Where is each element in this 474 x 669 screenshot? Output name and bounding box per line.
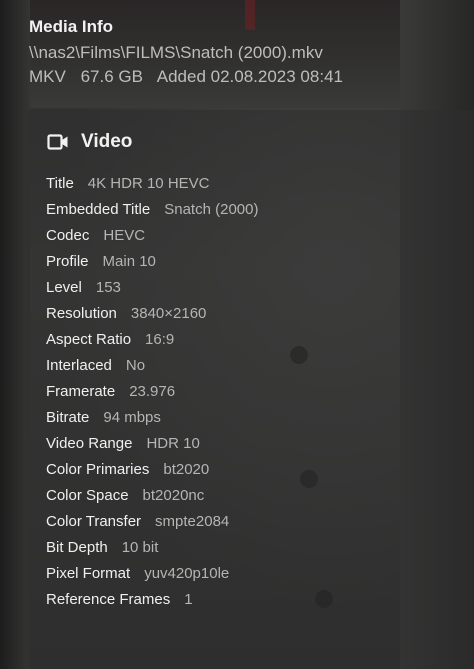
video-section-header: Video [47, 129, 132, 155]
property-row: Aspect Ratio 16:9 [46, 327, 258, 353]
property-row: Color Transfer smpte2084 [46, 509, 258, 535]
property-key: Pixel Format [46, 565, 131, 582]
file-meta: MKV 67.6 GB Added 02.08.2023 08:41 [29, 65, 459, 89]
property-value: 16:9 [145, 331, 175, 348]
property-key: Aspect Ratio [46, 331, 132, 348]
property-key: Codec [46, 227, 90, 244]
property-row: Codec HEVC [46, 223, 258, 249]
property-row: Level 153 [46, 275, 258, 301]
property-key: Framerate [46, 383, 116, 400]
property-key: Title [46, 175, 74, 192]
property-row: Color Primaries bt2020 [46, 457, 258, 483]
property-value: 4K HDR 10 HEVC [87, 175, 210, 192]
property-row: Embedded Title Snatch (2000) [46, 197, 258, 223]
media-info-header: Media Info \\nas2\Films\FILMS\Snatch (20… [29, 16, 459, 89]
property-row: Resolution 3840×2160 [46, 301, 258, 327]
property-value: No [125, 357, 146, 374]
video-properties-list: Title 4K HDR 10 HEVC Embedded Title Snatch … [46, 171, 258, 613]
property-value: Snatch (2000) [164, 201, 259, 218]
property-row: Bitrate 94 mbps [46, 405, 258, 431]
property-value: bt2020nc [142, 487, 205, 504]
property-value: smpte2084 [155, 513, 230, 530]
property-value: 94 mbps [103, 409, 161, 426]
video-section-label: Video [81, 131, 133, 152]
property-value: 23.976 [129, 383, 176, 400]
property-value: yuv420p10le [144, 565, 230, 582]
property-value: 10 bit [121, 539, 159, 556]
property-key: Level [46, 279, 82, 296]
property-value: HEVC [103, 227, 146, 244]
property-row: Color Space bt2020nc [46, 483, 258, 509]
property-row: Profile Main 10 [46, 249, 258, 275]
container-format: MKV [29, 67, 66, 86]
property-value: 3840×2160 [130, 305, 207, 322]
property-value: bt2020 [163, 461, 210, 478]
property-key: Color Space [46, 487, 129, 504]
property-key: Bit Depth [46, 539, 108, 556]
property-row: Video Range HDR 10 [46, 431, 258, 457]
file-path: \\nas2\Films\FILMS\Snatch (2000).mkv [29, 43, 323, 62]
property-row: Pixel Format yuv420p10le [46, 561, 258, 587]
property-key: Profile [46, 253, 89, 270]
property-value: 1 [184, 591, 193, 608]
property-key: Interlaced [46, 357, 112, 374]
property-key: Bitrate [46, 409, 90, 426]
property-row: Reference Frames 1 [46, 587, 258, 613]
property-row: Framerate 23.976 [46, 379, 258, 405]
property-value: 153 [95, 279, 121, 296]
media-info-title: Media Info [29, 17, 114, 36]
file-size: 67.6 GB [80, 67, 143, 86]
property-row: Title 4K HDR 10 HEVC [46, 171, 258, 197]
video-camera-icon [47, 134, 68, 150]
property-row: Interlaced No [46, 353, 258, 379]
property-value: Main 10 [102, 253, 156, 270]
property-key: Embedded Title [46, 201, 151, 218]
property-value: HDR 10 [146, 435, 200, 452]
property-key: Reference Frames [46, 591, 171, 608]
property-key: Color Primaries [46, 461, 150, 478]
property-key: Resolution [46, 305, 117, 322]
property-key: Color Transfer [46, 513, 142, 530]
property-key: Video Range [46, 435, 133, 452]
property-row: Bit Depth 10 bit [46, 535, 258, 561]
date-added: Added 02.08.2023 08:41 [156, 67, 343, 86]
